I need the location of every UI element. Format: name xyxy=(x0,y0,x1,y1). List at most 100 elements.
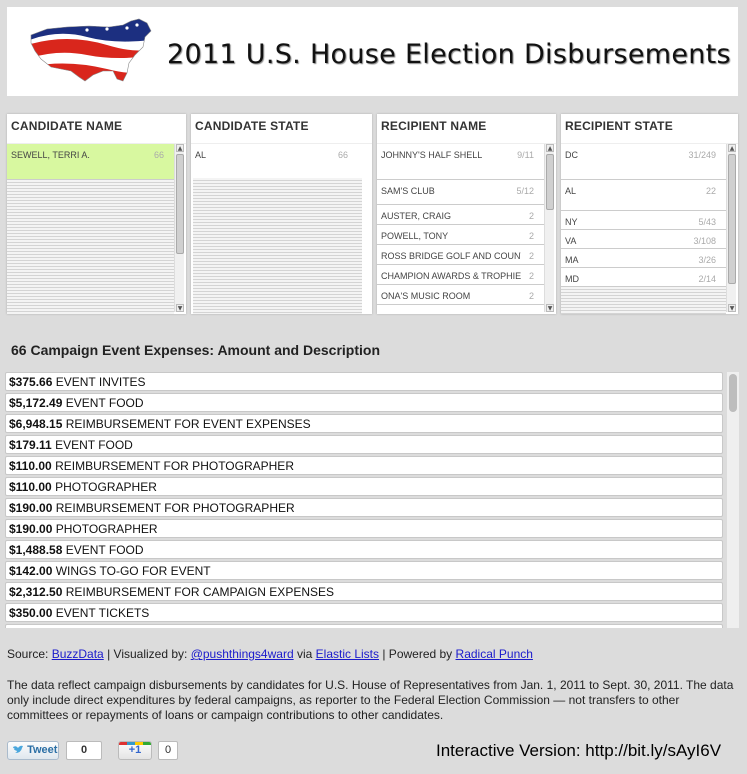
expense-description: REIMBURSEMENT FOR CAMPAIGN EXPENSES xyxy=(65,585,334,599)
expense-row[interactable]: $350.00 EVENT TICKETS xyxy=(5,603,723,622)
expense-amount: $2,312.50 xyxy=(9,585,63,599)
expense-amount: $110.00 xyxy=(9,480,52,494)
expense-amount: $375.66 xyxy=(9,375,53,389)
scrollbar-thumb[interactable] xyxy=(546,154,554,210)
facet-item-label: JOHNNY'S HALF SHELL xyxy=(381,150,483,160)
tweet-count: 0 xyxy=(66,741,102,760)
expense-row[interactable]: $190.00 REIMBURSEMENT FOR PHOTOGRAPHER xyxy=(5,498,723,517)
scroll-down-arrow-icon[interactable]: ▼ xyxy=(728,304,736,312)
facet-list: AL 66 xyxy=(191,144,372,314)
facet-item-recipient[interactable]: SAM'S CLUB 5/12 xyxy=(377,180,544,205)
scrollbar-thumb[interactable] xyxy=(728,154,736,284)
facet-item-state[interactable]: DC 31/249 xyxy=(561,144,726,180)
buzzdata-link[interactable]: BuzzData xyxy=(52,647,104,661)
facet-item-count: 2 xyxy=(528,291,534,301)
facet-scrollbar[interactable]: ▲ ▼ xyxy=(726,144,736,312)
scroll-up-arrow-icon[interactable]: ▲ xyxy=(546,144,554,152)
facet-recipient-state: RECIPIENT STATE DC 31/249 AL 22 NY 5/43 … xyxy=(561,114,738,314)
scroll-down-arrow-icon[interactable]: ▼ xyxy=(176,304,184,312)
facet-item-state[interactable]: MD 2/14 xyxy=(561,268,726,287)
scroll-down-arrow-icon[interactable]: ▼ xyxy=(546,304,554,312)
radical-punch-link[interactable]: Radical Punch xyxy=(456,647,533,661)
facet-list: SEWELL, TERRI A. 66 xyxy=(7,144,174,314)
facet-item-recipient[interactable]: JOHNNY'S HALF SHELL 9/11 xyxy=(377,144,544,180)
facet-item-count: 66 xyxy=(153,150,164,160)
facet-item-state[interactable]: NY 5/43 xyxy=(561,211,726,230)
facet-header: RECIPIENT STATE xyxy=(561,114,738,144)
expense-row[interactable]: $2,312.50 REIMBURSEMENT FOR CAMPAIGN EXP… xyxy=(5,582,723,601)
facet-empty-area xyxy=(561,287,726,314)
us-flag-map-icon xyxy=(30,18,152,82)
facet-item-count: 2 xyxy=(528,211,534,221)
facet-item-label: DC xyxy=(565,150,578,160)
facet-item-label: ONA'S MUSIC ROOM xyxy=(381,291,471,301)
expense-row-partial[interactable] xyxy=(5,624,723,628)
facet-item-label: POWELL, TONY xyxy=(381,231,449,241)
scroll-up-arrow-icon[interactable]: ▲ xyxy=(728,144,736,152)
facet-item-label: AUSTER, CRAIG xyxy=(381,211,452,221)
facet-item-recipient[interactable]: AUSTER, CRAIG 2 xyxy=(377,205,544,225)
facet-item-recipient[interactable]: ROSS BRIDGE GOLF AND COUNTRY 2 xyxy=(377,245,544,265)
scroll-up-arrow-icon[interactable]: ▲ xyxy=(176,144,184,152)
facet-list: DC 31/249 AL 22 NY 5/43 VA 3/108 MA 3/26… xyxy=(561,144,726,314)
facet-recipient-name: RECIPIENT NAME JOHNNY'S HALF SHELL 9/11 … xyxy=(377,114,556,314)
expense-description: EVENT TICKETS xyxy=(55,606,150,620)
facet-item-count: 5/43 xyxy=(698,217,716,227)
pushthings4ward-link[interactable]: @pushthings4ward xyxy=(191,647,294,661)
expense-row[interactable]: $5,172.49 EVENT FOOD xyxy=(5,393,723,412)
expense-description: REIMBURSEMENT FOR EVENT EXPENSES xyxy=(65,417,311,431)
facet-item-label: MA xyxy=(565,255,579,265)
facet-item-recipient[interactable]: POWELL, TONY 2 xyxy=(377,225,544,245)
scrollbar-thumb[interactable] xyxy=(176,154,184,254)
facet-item-count: 5/12 xyxy=(516,186,534,196)
facet-item-al[interactable]: AL 66 xyxy=(191,144,372,178)
expenses-list: $375.66 EVENT INVITES $5,172.49 EVENT FO… xyxy=(5,372,739,628)
facet-item-state[interactable]: VA 3/108 xyxy=(561,230,726,249)
tweet-label: Tweet xyxy=(27,744,58,756)
expense-amount: $110.00 xyxy=(9,459,52,473)
expense-description: REIMBURSEMENT FOR PHOTOGRAPHER xyxy=(55,501,295,515)
expense-row[interactable]: $142.00 WINGS TO-GO FOR EVENT xyxy=(5,561,723,580)
plus-label: +1 xyxy=(128,744,142,756)
expense-amount: $190.00 xyxy=(9,501,53,515)
expense-row[interactable]: $110.00 REIMBURSEMENT FOR PHOTOGRAPHER xyxy=(5,456,723,475)
expense-description: EVENT FOOD xyxy=(55,438,133,452)
tweet-button[interactable]: Tweet xyxy=(7,741,59,760)
expense-description: EVENT FOOD xyxy=(65,543,144,557)
facet-item-count: 3/108 xyxy=(693,236,716,246)
google-plus-button[interactable]: +1 xyxy=(118,741,152,760)
facet-item-state[interactable]: MA 3/26 xyxy=(561,249,726,268)
interactive-version-link[interactable]: Interactive Version: http://bit.ly/sAyI6… xyxy=(436,741,721,761)
facet-scrollbar[interactable]: ▲ ▼ xyxy=(544,144,554,312)
facet-item-count: 2 xyxy=(526,251,534,261)
expense-row[interactable]: $179.11 EVENT FOOD xyxy=(5,435,723,454)
facet-item-state[interactable]: AL 22 xyxy=(561,180,726,211)
facet-list: JOHNNY'S HALF SHELL 9/11 SAM'S CLUB 5/12… xyxy=(377,144,544,314)
expense-description: WINGS TO-GO FOR EVENT xyxy=(55,564,211,578)
elastic-lists-link[interactable]: Elastic Lists xyxy=(316,647,379,661)
facet-item-count: 22 xyxy=(705,186,716,196)
page-title: 2011 U.S. House Election Disbursements xyxy=(167,39,731,70)
facet-header: CANDIDATE STATE xyxy=(191,114,372,144)
expense-description: REIMBURSEMENT FOR PHOTOGRAPHER xyxy=(55,459,294,473)
facet-item-sewell[interactable]: SEWELL, TERRI A. 66 xyxy=(7,144,174,180)
facet-item-label: AL xyxy=(195,150,207,160)
expense-row[interactable]: $190.00 PHOTOGRAPHER xyxy=(5,519,723,538)
scrollbar-thumb[interactable] xyxy=(729,374,737,412)
facet-item-recipient[interactable]: ONA'S MUSIC ROOM 2 xyxy=(377,285,544,305)
expense-row[interactable]: $375.66 EVENT INVITES xyxy=(5,372,723,391)
expenses-scrollbar[interactable] xyxy=(727,372,739,628)
expense-description: PHOTOGRAPHER xyxy=(55,480,157,494)
expense-description: EVENT FOOD xyxy=(65,396,144,410)
facet-item-recipient[interactable]: CHAMPION AWARDS & TROPHIES 2 xyxy=(377,265,544,285)
expense-row[interactable]: $110.00 PHOTOGRAPHER xyxy=(5,477,723,496)
facet-item-label: SAM'S CLUB xyxy=(381,186,435,196)
data-description: The data reflect campaign disbursements … xyxy=(7,678,734,722)
facet-header: CANDIDATE NAME xyxy=(7,114,186,144)
expense-row[interactable]: $6,948.15 REIMBURSEMENT FOR EVENT EXPENS… xyxy=(5,414,723,433)
facet-scrollbar[interactable]: ▲ ▼ xyxy=(174,144,184,312)
source-line: Source: BuzzData | Visualized by: @pusht… xyxy=(7,647,533,661)
facet-item-label: CHAMPION AWARDS & TROPHIES xyxy=(381,271,521,281)
expense-row[interactable]: $1,488.58 EVENT FOOD xyxy=(5,540,723,559)
expense-amount: $1,488.58 xyxy=(9,543,63,557)
